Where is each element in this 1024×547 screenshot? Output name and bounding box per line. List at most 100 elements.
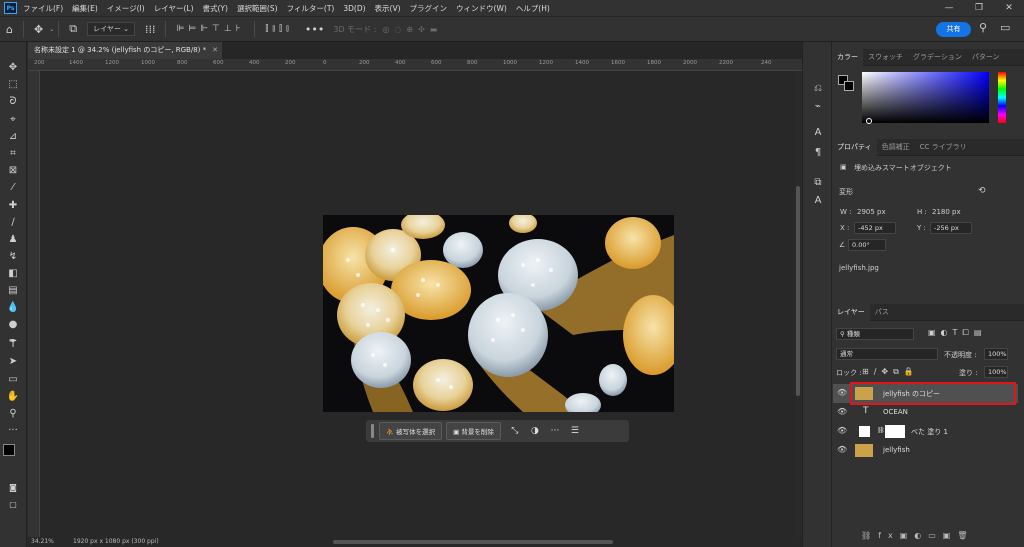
reset-transform-icon[interactable]: ⟲ [978, 186, 986, 196]
quick-select-tool-icon[interactable]: ⌖ [5, 112, 21, 128]
lock-icons[interactable]: ⊞∕✥⧉🔒 [862, 367, 919, 377]
brush-tool-icon[interactable]: ∕ [5, 215, 21, 231]
close-tab-icon[interactable]: ✕ [212, 42, 218, 59]
type-tool-icon[interactable]: T [5, 337, 21, 353]
layer-filter-dropdown[interactable]: ⚲ 種類 [836, 328, 914, 340]
tab-swatches[interactable]: スウォッチ [863, 49, 908, 66]
color-picker-cursor[interactable] [866, 118, 872, 124]
menu-image[interactable]: イメージ(I) [107, 3, 145, 14]
glyphs-icon[interactable]: A [811, 194, 825, 208]
blend-mode-dropdown[interactable]: 通常 [836, 348, 938, 360]
tab-color[interactable]: カラー [832, 48, 863, 66]
menu-type[interactable]: 書式(Y) [203, 3, 228, 14]
home-icon[interactable]: ⌂ [6, 23, 13, 36]
eraser-tool-icon[interactable]: ◧ [5, 266, 21, 282]
crop-tool-icon[interactable]: ⌗ [5, 146, 21, 162]
opacity-input[interactable]: 100% [984, 348, 1008, 360]
foreground-color-swatch[interactable] [3, 444, 15, 456]
hue-slider[interactable] [998, 72, 1006, 123]
object-select-icon[interactable]: ⊿ [5, 129, 21, 145]
remove-background-button[interactable]: ▣ 背景を削除 [446, 422, 501, 440]
chevron-down-icon[interactable]: ⌄ [49, 26, 54, 33]
paragraph-icon[interactable]: ¶ [811, 146, 825, 160]
rectangle-tool-icon[interactable]: ▭ [5, 372, 21, 388]
settings-icon[interactable]: ☰ [565, 426, 585, 436]
healing-brush-icon[interactable]: ✚ [5, 198, 21, 214]
eyedropper-tool-icon[interactable]: ⁄ [5, 180, 21, 196]
tab-paths[interactable]: パス [870, 304, 894, 321]
move-tool-icon[interactable]: ✥ [34, 23, 43, 36]
distribute-icons[interactable]: ⫿⫾⫿⫾ [265, 24, 293, 34]
bg-color-swatch[interactable] [844, 81, 854, 91]
adjustment-icon[interactable]: ◑ [525, 426, 545, 436]
angle-input[interactable]: 0.00° [848, 239, 886, 251]
brush-settings-icon[interactable]: ⌁ [811, 100, 825, 114]
more-icon[interactable]: ··· [545, 426, 565, 436]
menu-edit[interactable]: 編集(E) [72, 3, 98, 14]
y-input[interactable]: -256 px [930, 222, 972, 234]
menu-3d[interactable]: 3D(D) [343, 4, 365, 13]
quick-mask-icon[interactable]: ◙ [5, 480, 21, 496]
layer-panel-footer-icons[interactable]: ⛓fx▣◐▭▣🗑 [861, 531, 975, 540]
task-bar-grip[interactable] [371, 424, 374, 438]
zoom-tool-icon[interactable]: ⚲ [5, 406, 21, 422]
color-picker-field[interactable] [862, 72, 989, 123]
workspace-icon[interactable]: ▭ [1000, 21, 1010, 34]
tab-adjustments[interactable]: 色調補正 [877, 139, 915, 156]
tab-gradients[interactable]: グラデーション [908, 49, 967, 66]
search-icon[interactable]: ⚲ [979, 21, 987, 34]
jellyfish-image[interactable] [323, 215, 674, 412]
lasso-tool-icon[interactable]: ᘐ [5, 94, 21, 110]
menu-file[interactable]: ファイル(F) [23, 3, 63, 14]
zoom-level[interactable]: 34.21% [31, 538, 54, 545]
visibility-eye-icon[interactable]: 👁 [837, 445, 847, 454]
maximize-icon[interactable]: ❐ [964, 0, 994, 16]
tab-patterns[interactable]: パターン [967, 49, 1005, 66]
marquee-tool-icon[interactable]: ⬚ [5, 77, 21, 93]
menu-window[interactable]: ウィンドウ(W) [456, 3, 507, 14]
visibility-eye-icon[interactable]: 👁 [837, 426, 847, 435]
w-value[interactable]: 2905 px [857, 208, 886, 216]
tab-layers[interactable]: レイヤー [832, 303, 870, 321]
visibility-eye-icon[interactable]: 👁 [837, 407, 847, 416]
tab-properties[interactable]: プロパティ [832, 138, 877, 156]
transform-controls-icon[interactable]: ⁞⁞⁞ [145, 23, 156, 36]
character-icon[interactable]: A [811, 126, 825, 140]
more-tools-icon[interactable]: ··· [5, 423, 21, 439]
share-button[interactable]: 共有 [936, 22, 971, 37]
menu-filter[interactable]: フィルター(T) [287, 3, 335, 14]
dodge-tool-icon[interactable]: ● [5, 317, 21, 333]
stamp-tool-icon[interactable]: ♟ [5, 232, 21, 248]
align-icons[interactable]: ⊫⊨⊩⊤⊥⊦ [176, 24, 244, 34]
menu-select[interactable]: 選択範囲(S) [237, 3, 278, 14]
document-tab[interactable]: 名称未設定 1 @ 34.2% (jellyfish のコピー, RGB/8) … [28, 42, 222, 59]
auto-select-icon[interactable]: ⧉ [69, 22, 77, 36]
menu-view[interactable]: 表示(V) [375, 3, 401, 14]
gradient-tool-icon[interactable]: ▤ [5, 283, 21, 299]
scroll-thumb[interactable] [796, 186, 800, 396]
fill-input[interactable]: 100% [984, 366, 1008, 378]
move-tool-icon[interactable]: ✥ [5, 60, 21, 76]
more-options-icon[interactable]: ••• [305, 23, 324, 36]
horizontal-scroll-thumb[interactable] [333, 540, 613, 544]
transform-icon[interactable]: ⤡ [505, 426, 525, 436]
libraries-icon[interactable]: ⧉ [811, 176, 825, 190]
layer-row[interactable]: 👁 jellyfish [833, 441, 1018, 460]
menu-plugins[interactable]: プラグイン [410, 3, 448, 14]
x-input[interactable]: -452 px [854, 222, 896, 234]
layer-filter-icons[interactable]: ▣◐T⧠▤ [928, 328, 986, 338]
close-icon[interactable]: ✕ [994, 0, 1024, 16]
hand-tool-icon[interactable]: ✋ [5, 389, 21, 405]
layer-select-dropdown[interactable]: レイヤー ⌄ [87, 22, 135, 36]
frame-tool-icon[interactable]: ⊠ [5, 163, 21, 179]
select-subject-button[interactable]: ⛹ 被写体を選択 [379, 422, 443, 440]
history-brush-icon[interactable]: ↯ [5, 249, 21, 265]
menu-layer[interactable]: レイヤー(L) [154, 3, 194, 14]
menu-help[interactable]: ヘルプ(H) [516, 3, 550, 14]
vertical-scrollbar[interactable] [794, 71, 802, 537]
layer-row[interactable]: 👁 T OCEAN [833, 403, 1018, 422]
path-select-icon[interactable]: ➤ [5, 354, 21, 370]
history-icon[interactable]: ⎌ [811, 82, 825, 96]
layer-row[interactable]: 👁 ⛓ べた 塗り 1 [833, 422, 1018, 441]
tab-cc-libraries[interactable]: CC ライブラリ [915, 139, 972, 156]
